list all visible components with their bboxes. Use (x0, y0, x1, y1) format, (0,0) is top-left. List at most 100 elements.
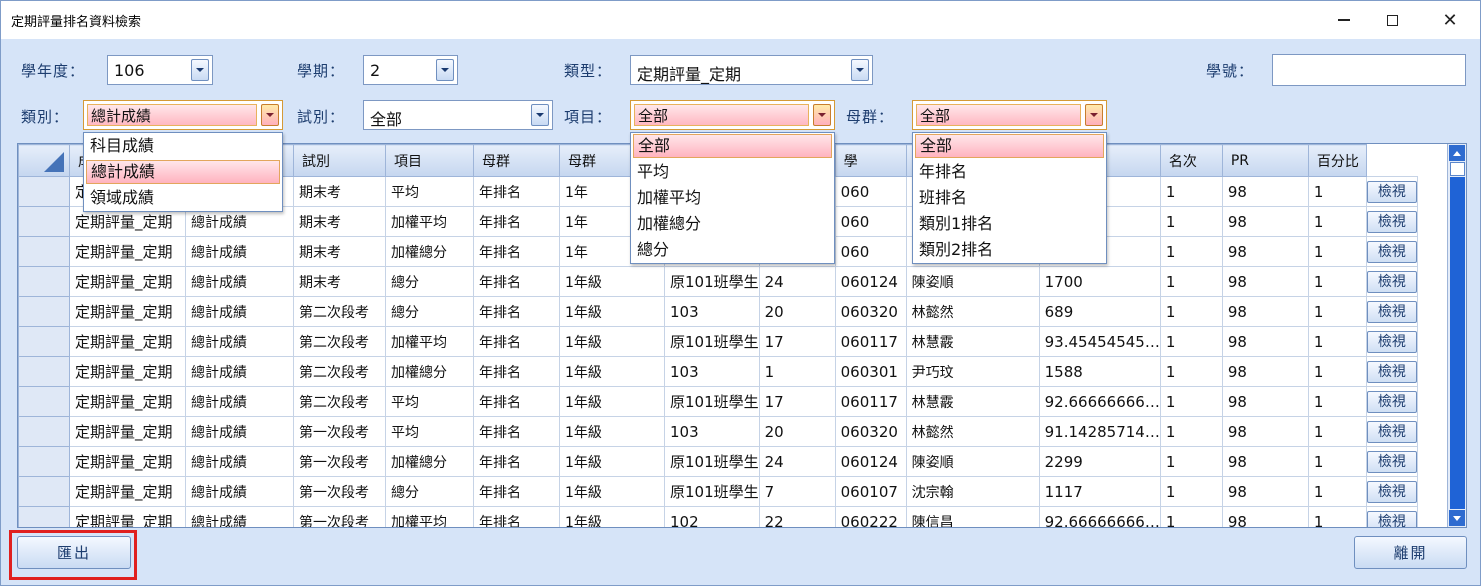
vertical-scrollbar[interactable] (1447, 144, 1466, 527)
scroll-up-icon[interactable] (1449, 145, 1465, 161)
group-combo[interactable]: 全部 (912, 100, 1107, 130)
row-header[interactable] (18, 296, 70, 327)
column-header[interactable]: PR (1221, 144, 1309, 177)
table-cell: 98 (1221, 506, 1309, 527)
column-header[interactable]: 名次 (1159, 144, 1223, 177)
row-header[interactable] (18, 446, 70, 477)
row-header[interactable] (18, 206, 70, 237)
table-cell: 年排名 (473, 176, 560, 207)
row-header[interactable] (18, 416, 70, 447)
view-button[interactable]: 檢視 (1367, 210, 1417, 233)
row-header[interactable] (18, 176, 70, 207)
table-cell: 陳姿順 (905, 266, 1040, 297)
item-combo[interactable]: 全部 (630, 100, 835, 130)
table-cell: 定期評量_定期 (69, 386, 186, 417)
exam-combo[interactable]: 全部 (363, 100, 553, 130)
scroll-track[interactable] (1450, 177, 1465, 509)
view-button[interactable]: 檢視 (1367, 480, 1417, 503)
close-icon[interactable]: ✕ (1427, 1, 1473, 39)
row-header[interactable] (18, 386, 70, 417)
dropdown-option[interactable]: 加權平均 (631, 185, 834, 211)
table-cell: 定期評量_定期 (69, 266, 186, 297)
dropdown-option[interactable]: 班排名 (913, 185, 1106, 211)
chevron-down-icon[interactable] (191, 59, 209, 81)
category-combo[interactable]: 總計成績 (83, 100, 283, 130)
table-cell: 加權平均 (385, 326, 474, 357)
table-cell: 060 (834, 176, 907, 207)
view-button[interactable]: 檢視 (1367, 300, 1417, 323)
table-row[interactable]: 定期評量_定期 總計成績 第二次段考 加權平均 年排名 1年級 原101班學生 17 06011… (18, 326, 1418, 357)
table-cell: 年排名 (473, 266, 560, 297)
dropdown-option-selected[interactable]: 全部 (633, 134, 832, 158)
type-combo[interactable]: 定期評量_定期 (630, 55, 873, 85)
table-row[interactable]: 定期評量_定期 總計成績 第二次段考 總分 年排名 1年級 103 20 060320 林懿然 68… (18, 296, 1418, 327)
row-header[interactable] (18, 356, 70, 387)
row-header[interactable] (18, 476, 70, 507)
table-row[interactable]: 定期評量_定期 總計成績 第一次段考 加權平均 年排名 1年級 102 22 060222 陳信昌… (18, 506, 1418, 527)
select-all-corner[interactable] (18, 144, 70, 177)
minimize-icon[interactable] (1321, 1, 1367, 39)
row-header[interactable] (18, 326, 70, 357)
row-header[interactable] (18, 506, 70, 527)
dropdown-option[interactable]: 加權總分 (631, 211, 834, 237)
column-header[interactable]: 百分比 (1307, 144, 1367, 177)
chevron-down-icon[interactable] (261, 104, 279, 126)
table-row[interactable]: 定期評量_定期 總計成績 第二次段考 平均 年排名 1年級 原101班學生 17 060117 林… (18, 386, 1418, 417)
school-year-combo[interactable]: 106 (107, 55, 213, 85)
table-cell: 1 (758, 356, 836, 387)
table-cell: 1 (1307, 446, 1367, 477)
row-header[interactable] (18, 236, 70, 267)
table-cell: 060117 (834, 326, 907, 357)
view-button[interactable]: 檢視 (1367, 420, 1417, 443)
table-cell: 1年級 (559, 266, 665, 297)
table-cell: 平均 (385, 416, 474, 447)
table-cell: 期末考 (293, 236, 386, 267)
dropdown-option[interactable]: 類別1排名 (913, 211, 1106, 237)
column-header[interactable]: 母群 (473, 144, 560, 177)
row-header[interactable] (18, 266, 70, 297)
dropdown-option[interactable]: 科目成績 (84, 133, 282, 159)
dropdown-option[interactable]: 類別2排名 (913, 237, 1106, 263)
dropdown-option[interactable]: 年排名 (913, 159, 1106, 185)
table-row[interactable]: 定期評量_定期 總計成績 第一次段考 總分 年排名 1年級 原101班學生 7 060107 沈宗… (18, 476, 1418, 507)
semester-combo[interactable]: 2 (363, 55, 458, 85)
table-row[interactable]: 定期評量_定期 總計成績 第二次段考 加權總分 年排名 1年級 103 1 060301 尹巧玟 1… (18, 356, 1418, 387)
dropdown-option[interactable]: 總分 (631, 237, 834, 263)
view-button[interactable]: 檢視 (1367, 360, 1417, 383)
table-row[interactable]: 定期評量_定期 總計成績 第一次段考 平均 年排名 1年級 103 20 060320 林懿然 91… (18, 416, 1418, 447)
view-button[interactable]: 檢視 (1367, 330, 1417, 353)
column-header[interactable]: 學 (834, 144, 907, 177)
student-no-input[interactable] (1272, 54, 1466, 86)
leave-button[interactable]: 離開 (1354, 536, 1467, 569)
dropdown-option-selected[interactable]: 全部 (915, 134, 1104, 158)
table-row[interactable]: 定期評量_定期 總計成績 第一次段考 加權總分 年排名 1年級 原101班學生 24 06012… (18, 446, 1418, 477)
maximize-icon[interactable] (1369, 1, 1415, 39)
table-cell: 年排名 (473, 356, 560, 387)
chevron-down-icon[interactable] (813, 104, 831, 126)
table-cell: 1 (1159, 446, 1223, 477)
dropdown-option[interactable]: 領域成績 (84, 185, 282, 211)
view-button[interactable]: 檢視 (1367, 270, 1417, 293)
view-button[interactable]: 檢視 (1367, 240, 1417, 263)
table-cell: 1 (1159, 296, 1223, 327)
table-cell: 加權總分 (385, 356, 474, 387)
view-button[interactable]: 檢視 (1367, 510, 1417, 527)
column-header[interactable]: 試別 (293, 144, 386, 177)
scroll-down-icon[interactable] (1449, 510, 1465, 526)
view-button[interactable]: 檢視 (1367, 390, 1417, 413)
view-button[interactable]: 檢視 (1367, 180, 1417, 203)
dropdown-option[interactable]: 平均 (631, 159, 834, 185)
chevron-down-icon[interactable] (531, 104, 549, 126)
chevron-down-icon[interactable] (436, 59, 454, 81)
table-row[interactable]: 定期評量_定期 總計成績 期末考 總分 年排名 1年級 原101班學生 24 060124 陳姿順… (18, 266, 1418, 297)
table-cell: 總分 (385, 296, 474, 327)
table-cell: 年排名 (473, 416, 560, 447)
table-cell: 尹巧玟 (905, 356, 1040, 387)
column-header[interactable]: 項目 (385, 144, 474, 177)
scroll-thumb[interactable] (1450, 162, 1465, 176)
dropdown-option-selected[interactable]: 總計成績 (86, 160, 280, 184)
chevron-down-icon[interactable] (1085, 104, 1103, 126)
view-button[interactable]: 檢視 (1367, 450, 1417, 473)
table-cell: 總計成績 (185, 506, 294, 527)
chevron-down-icon[interactable] (851, 59, 869, 81)
